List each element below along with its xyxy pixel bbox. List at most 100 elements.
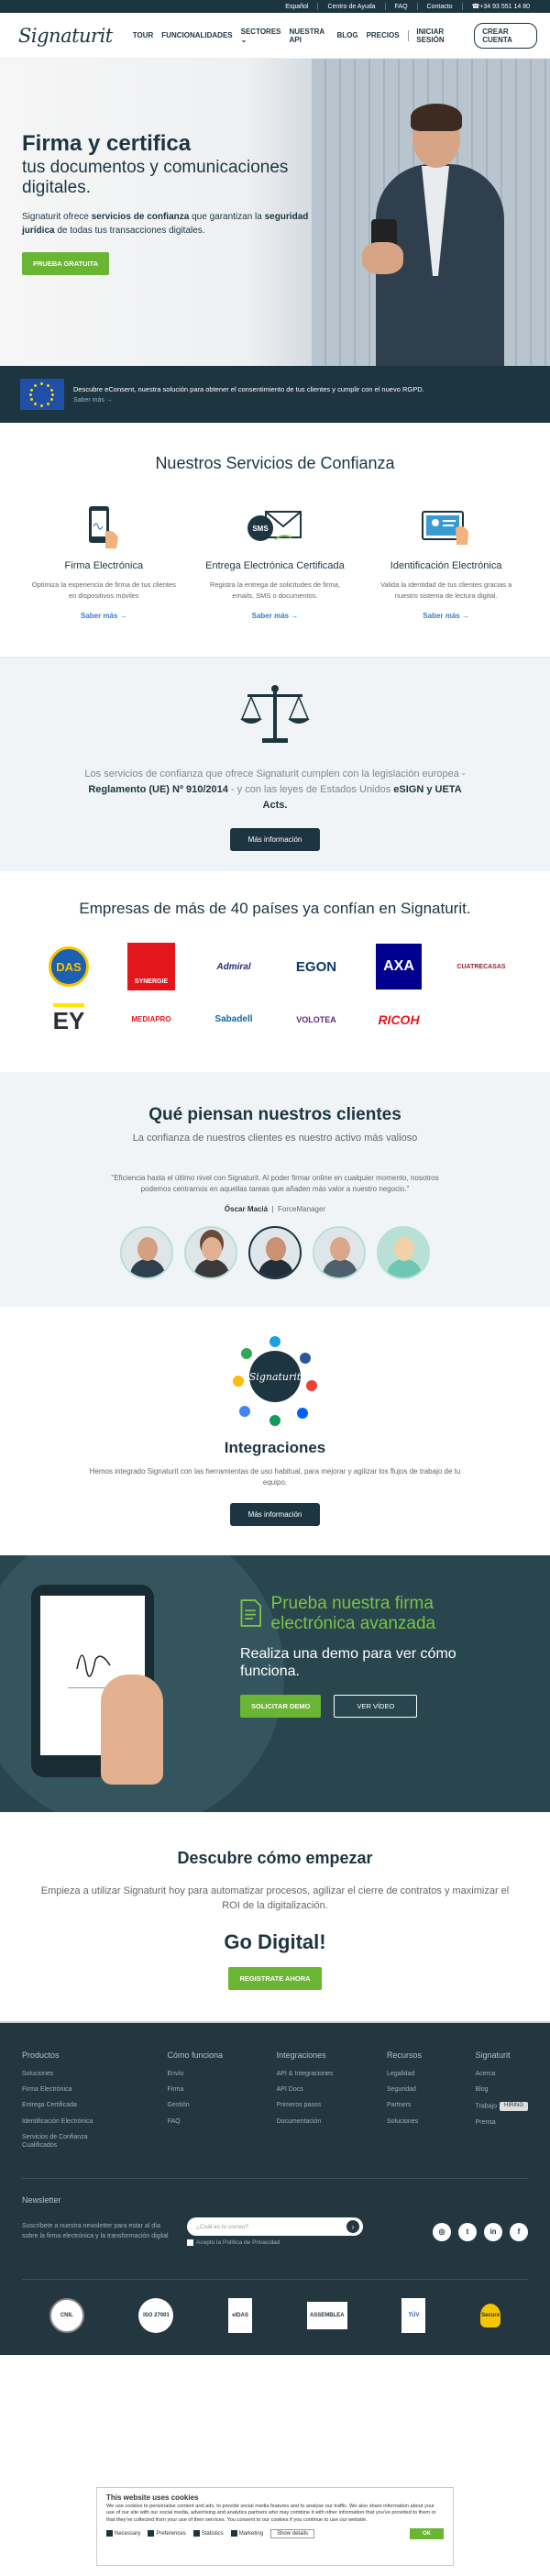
free-trial-button[interactable]: PRUEBA GRATUITA bbox=[22, 252, 110, 276]
start-text: Empieza a utilizar Signaturit hoy para a… bbox=[40, 1885, 510, 1911]
social-links: ◎ t in f bbox=[433, 2222, 528, 2241]
footer-link[interactable]: Identificación Electrónica bbox=[22, 2118, 114, 2126]
nav-sectores-label: SECTORES bbox=[240, 27, 281, 36]
certifications: CNIL ISO 27001 eIDAS ASSEMBLEA TÜV Secur… bbox=[22, 2279, 528, 2334]
checkbox-icon bbox=[187, 2239, 193, 2247]
register-now-button[interactable]: REGISTRATE AHORA bbox=[228, 1966, 322, 1990]
linkedin-icon[interactable]: in bbox=[484, 2222, 502, 2241]
footer-link[interactable]: FAQ bbox=[168, 2118, 224, 2126]
client-logo-axa: AXA bbox=[376, 944, 422, 990]
phone-icon: ☎ bbox=[471, 4, 480, 10]
nav-api[interactable]: NUESTRA API bbox=[290, 28, 329, 44]
service-description: Registra la entrega de solicitudes de fi… bbox=[209, 580, 341, 600]
footer-link-trabajo[interactable]: Trabajo HIRING bbox=[476, 2102, 528, 2111]
eu-banner-link[interactable]: Saber más → bbox=[73, 397, 424, 404]
instagram-icon[interactable]: ◎ bbox=[433, 2222, 451, 2241]
cookie-option-marketing[interactable]: Marketing bbox=[230, 2530, 263, 2537]
divider bbox=[461, 3, 463, 10]
client-logo-das: DAS bbox=[49, 946, 89, 988]
footer-link[interactable]: Firma bbox=[168, 2086, 224, 2094]
legal-more-info-button[interactable]: Más información bbox=[229, 827, 321, 851]
clients-section: Empresas de más de 40 países ya confían … bbox=[0, 871, 550, 1072]
facebook-icon[interactable]: f bbox=[510, 2222, 528, 2241]
service-card: SMS Entrega Electrónica Certificada Regi… bbox=[202, 504, 348, 620]
footer-link[interactable]: Legalidad bbox=[387, 2071, 422, 2078]
footer-col-title: Integraciones bbox=[276, 2050, 326, 2060]
scales-of-justice-icon bbox=[240, 684, 310, 743]
clients-title: Empresas de más de 40 países ya confían … bbox=[79, 899, 471, 917]
eu-flag-icon bbox=[20, 379, 64, 410]
cookie-option-statistics[interactable]: Statistics bbox=[192, 2530, 224, 2537]
language-selector[interactable]: Español bbox=[285, 4, 308, 10]
nav-tour[interactable]: TOUR bbox=[133, 31, 154, 39]
arrow-right-icon[interactable]: › bbox=[346, 2220, 359, 2234]
faq-link[interactable]: FAQ bbox=[395, 4, 408, 10]
watch-video-button[interactable]: VER VÍDEO bbox=[334, 1694, 418, 1718]
id-card-icon bbox=[373, 504, 520, 550]
signup-button[interactable]: CREAR CUENTA bbox=[474, 22, 537, 49]
logo[interactable]: Signaturit bbox=[18, 25, 113, 47]
footer-col-title: Recursos bbox=[386, 2050, 422, 2060]
avatar[interactable] bbox=[120, 1225, 173, 1279]
services-section: Nuestros Servicios de Confianza Firma El… bbox=[0, 423, 550, 657]
footer-link[interactable]: Envío bbox=[168, 2071, 224, 2078]
eu-banner-text: Descubre eConsent, nuestra solución para… bbox=[73, 385, 424, 393]
client-logo-sabadell: Sabadell bbox=[214, 1014, 253, 1025]
footer-col-como-funciona: Cómo funciona Envío Firma Gestión FAQ bbox=[168, 2051, 224, 2158]
twitter-icon[interactable]: t bbox=[458, 2222, 477, 2241]
cookie-option-necessary[interactable]: Necessary bbox=[106, 2530, 140, 2537]
legal-text: Los servicios de confianza que ofrece Si… bbox=[84, 768, 466, 811]
demo-section: Prueba nuestra firma electrónica avanzad… bbox=[0, 1554, 550, 1812]
footer-link[interactable]: API Docs bbox=[277, 2086, 334, 2094]
service-more-link[interactable]: Saber más → bbox=[202, 612, 348, 620]
footer-link[interactable]: Prensa bbox=[476, 2119, 528, 2127]
footer-link[interactable]: Acerca bbox=[476, 2071, 528, 2078]
privacy-checkbox[interactable]: Acepto la Política de Privacidad bbox=[187, 2239, 363, 2247]
login-link[interactable]: INICIAR SESIÓN bbox=[416, 28, 462, 44]
service-more-link[interactable]: Saber más → bbox=[373, 612, 520, 620]
footer-link[interactable]: Documentación bbox=[277, 2118, 334, 2126]
footer-link[interactable]: Entrega Certificada bbox=[22, 2102, 114, 2109]
avatar[interactable] bbox=[313, 1225, 366, 1279]
footer-link[interactable]: Seguridad bbox=[387, 2086, 422, 2094]
footer-col-signaturit: Signaturit Acerca Blog Trabajo HIRING Pre… bbox=[476, 2051, 528, 2158]
footer-col-title: Productos bbox=[22, 2050, 60, 2060]
footer-link[interactable]: API & Integraciones bbox=[277, 2071, 334, 2078]
chevron-down-icon: ⌄ bbox=[240, 35, 248, 44]
request-demo-button[interactable]: SOLICITAR DEMO bbox=[240, 1694, 322, 1718]
cookie-ok-button[interactable]: OK bbox=[410, 2527, 444, 2539]
checkbox-icon bbox=[148, 2530, 155, 2537]
phone-signature-icon bbox=[30, 504, 177, 550]
avatar-active[interactable] bbox=[248, 1225, 302, 1279]
show-details-button[interactable]: Show details bbox=[270, 2528, 315, 2538]
client-logo-cuatrecasas: CUATRECASAS bbox=[456, 963, 506, 970]
client-logo-ey: EY bbox=[52, 1003, 85, 1035]
footer-link[interactable]: Soluciones bbox=[22, 2071, 114, 2078]
nav-precios[interactable]: PRECIOS bbox=[367, 31, 400, 39]
client-logos: DAS SYNERGIE Admiral EGON AXA CUATRECASA… bbox=[28, 943, 522, 1035]
nav-blog[interactable]: BLOG bbox=[336, 31, 358, 39]
footer-link[interactable]: Partners bbox=[387, 2102, 422, 2109]
hero-businessman-image bbox=[358, 82, 513, 366]
service-more-link[interactable]: Saber más → bbox=[30, 612, 177, 620]
help-center-link[interactable]: Centro de Ayuda bbox=[327, 4, 375, 10]
phone-link[interactable]: ☎ +34 93 551 14 80 bbox=[472, 3, 530, 10]
newsletter-email-input[interactable]: ¿Cuál es tu correo? › bbox=[187, 2217, 363, 2237]
nav-sectores[interactable]: SECTORES ⌄ bbox=[241, 28, 281, 44]
footer-link[interactable]: Gestión bbox=[168, 2102, 224, 2109]
footer-link[interactable]: Blog bbox=[476, 2086, 528, 2094]
footer-link[interactable]: Servicios de Confianza Cualificados bbox=[22, 2134, 114, 2150]
client-logo-egon: EGON bbox=[295, 958, 337, 975]
avatar[interactable] bbox=[184, 1225, 237, 1279]
integrations-more-button[interactable]: Más información bbox=[229, 1502, 321, 1526]
nav-funcionalidades[interactable]: FUNCIONALIDADES bbox=[161, 31, 232, 39]
footer-link[interactable]: Primeros pasos bbox=[277, 2102, 334, 2109]
avatar-placeholder[interactable] bbox=[377, 1225, 430, 1279]
footer-link[interactable]: Firma Electrónica bbox=[22, 2086, 114, 2094]
services-title: Nuestros Servicios de Confianza bbox=[155, 454, 395, 472]
contact-link[interactable]: Contacto bbox=[427, 4, 453, 10]
eidas-seal-icon: eIDAS bbox=[228, 2298, 253, 2334]
cookie-option-preferences[interactable]: Preferences bbox=[148, 2530, 186, 2537]
divider bbox=[416, 3, 418, 10]
footer-link[interactable]: Soluciones bbox=[387, 2118, 422, 2126]
